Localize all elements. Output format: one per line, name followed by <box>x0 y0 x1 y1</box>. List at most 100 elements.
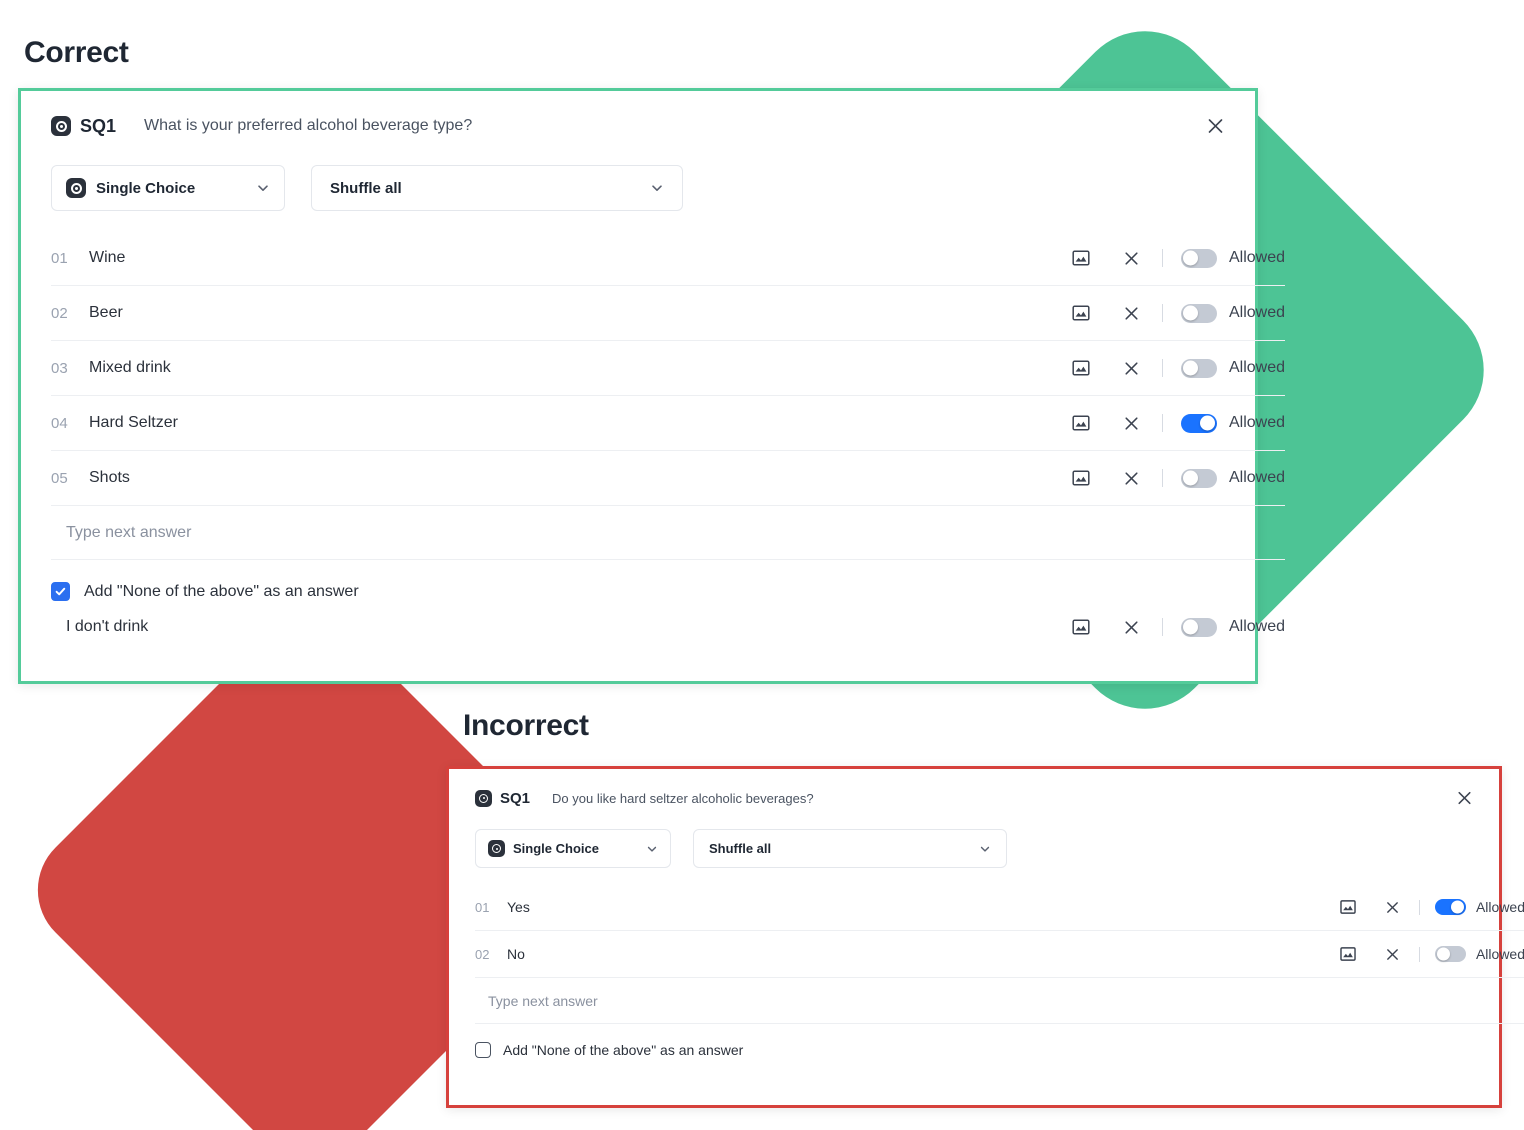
remove-answer-icon[interactable] <box>1385 947 1400 962</box>
allowed-toggle[interactable] <box>1180 248 1217 268</box>
answer-text[interactable]: I don't drink <box>66 618 148 636</box>
table-row[interactable]: 02 No Allowed <box>475 931 1524 978</box>
row-controls: Allowed <box>1339 945 1524 963</box>
answer-text[interactable]: Wine <box>89 249 125 267</box>
none-of-the-above-option: Add "None of the above" as an answer <box>51 582 1225 601</box>
allowed-toggle[interactable] <box>1180 617 1217 637</box>
table-row[interactable]: 05 Shots Allowed <box>51 451 1285 506</box>
shuffle-select[interactable]: Shuffle all <box>693 829 1007 868</box>
allowed-label: Allowed <box>1228 249 1285 266</box>
table-row[interactable]: 04 Hard Seltzer Allowed <box>51 396 1285 451</box>
question-text: What is your preferred alcohol beverage … <box>144 117 473 134</box>
allowed-toggle[interactable] <box>1180 468 1217 488</box>
type-next-answer-input[interactable]: Type next answer <box>475 978 1524 1024</box>
question-settings-row: Single Choice Shuffle all <box>51 165 1225 211</box>
table-row[interactable]: I don't drink Allowed <box>51 601 1285 653</box>
close-icon[interactable] <box>1206 117 1225 136</box>
question-type-value: Single Choice <box>96 179 196 197</box>
remove-answer-icon[interactable] <box>1123 415 1140 432</box>
correct-section-heading: Correct <box>24 36 129 69</box>
divider <box>1161 359 1163 377</box>
allowed-label: Allowed <box>1228 414 1285 431</box>
none-of-the-above-label: Add "None of the above" as an answer <box>84 582 359 600</box>
divider <box>1418 899 1420 915</box>
remove-answer-icon[interactable] <box>1123 619 1140 636</box>
answer-index: 04 <box>51 414 68 432</box>
row-controls: Allowed <box>1071 248 1285 268</box>
question-type-select[interactable]: Single Choice <box>475 829 671 868</box>
answer-text[interactable]: Yes <box>507 899 530 915</box>
answer-list: 01 Wine Allowed 02 Beer Allowed 03 Mixed… <box>51 231 1285 560</box>
image-icon[interactable] <box>1071 303 1091 323</box>
remove-answer-icon[interactable] <box>1123 305 1140 322</box>
answer-text[interactable]: No <box>507 946 525 962</box>
row-controls: Allowed <box>1071 617 1285 637</box>
answer-index: 02 <box>51 304 68 322</box>
answer-text[interactable]: Beer <box>89 304 123 322</box>
answer-list: 01 Yes Allowed 02 No Allowed Type next a… <box>475 884 1524 1024</box>
image-icon[interactable] <box>1339 898 1357 916</box>
correct-question-card: SQ1 What is your preferred alcohol bever… <box>18 88 1285 684</box>
divider <box>1161 618 1163 636</box>
single-choice-icon <box>66 178 86 198</box>
image-icon[interactable] <box>1339 945 1357 963</box>
chevron-down-icon <box>646 843 658 855</box>
divider <box>1161 304 1163 322</box>
allowed-toggle[interactable] <box>1180 358 1217 378</box>
chevron-down-icon <box>979 843 991 855</box>
shuffle-value: Shuffle all <box>709 841 772 856</box>
image-icon[interactable] <box>1071 248 1091 268</box>
none-of-the-above-answer-list: I don't drink Allowed <box>51 601 1285 653</box>
answer-index: 01 <box>475 899 490 915</box>
table-row[interactable]: 01 Yes Allowed <box>475 884 1524 931</box>
chevron-down-icon <box>256 181 270 195</box>
table-row[interactable]: 01 Wine Allowed <box>51 231 1285 286</box>
answer-text[interactable]: Shots <box>89 469 130 487</box>
shuffle-value: Shuffle all <box>330 179 402 197</box>
single-choice-icon <box>488 840 505 857</box>
question-text: Do you like hard seltzer alcoholic bever… <box>552 790 814 806</box>
none-of-the-above-checkbox[interactable] <box>475 1042 491 1058</box>
remove-answer-icon[interactable] <box>1123 360 1140 377</box>
allowed-label: Allowed <box>1228 618 1285 635</box>
divider <box>1161 249 1163 267</box>
question-id-label: SQ1 <box>500 789 531 807</box>
image-icon[interactable] <box>1071 358 1091 378</box>
question-header: SQ1 Do you like hard seltzer alcoholic b… <box>475 787 1473 809</box>
allowed-toggle[interactable] <box>1180 303 1217 323</box>
chevron-down-icon <box>650 181 664 195</box>
table-row[interactable]: 02 Beer Allowed <box>51 286 1285 341</box>
image-icon[interactable] <box>1071 617 1091 637</box>
row-controls: Allowed <box>1339 898 1524 916</box>
answer-text[interactable]: Mixed drink <box>89 359 171 377</box>
incorrect-question-card: SQ1 Do you like hard seltzer alcoholic b… <box>446 766 1524 1108</box>
table-row[interactable]: 03 Mixed drink Allowed <box>51 341 1285 396</box>
shuffle-select[interactable]: Shuffle all <box>311 165 683 211</box>
image-icon[interactable] <box>1071 413 1091 433</box>
answer-index: 03 <box>51 359 68 377</box>
divider <box>1418 946 1420 962</box>
answer-text[interactable]: Hard Seltzer <box>89 414 178 432</box>
none-of-the-above-option: Add "None of the above" as an answer <box>475 1042 1473 1058</box>
allowed-label: Allowed <box>1228 359 1285 376</box>
remove-answer-icon[interactable] <box>1385 900 1400 915</box>
allowed-toggle[interactable] <box>1180 413 1217 433</box>
row-controls: Allowed <box>1071 358 1285 378</box>
question-type-select[interactable]: Single Choice <box>51 165 285 211</box>
none-of-the-above-label: Add "None of the above" as an answer <box>503 1042 744 1058</box>
allowed-toggle[interactable] <box>1434 899 1466 915</box>
question-type-value: Single Choice <box>513 841 599 856</box>
type-next-answer-input[interactable]: Type next answer <box>51 506 1285 560</box>
remove-answer-icon[interactable] <box>1123 470 1140 487</box>
none-of-the-above-checkbox[interactable] <box>51 582 70 601</box>
row-controls: Allowed <box>1071 413 1285 433</box>
question-header: SQ1 What is your preferred alcohol bever… <box>51 113 1225 139</box>
allowed-label: Allowed <box>1228 469 1285 486</box>
allowed-toggle[interactable] <box>1434 946 1466 962</box>
allowed-label: Allowed <box>1475 899 1524 915</box>
close-icon[interactable] <box>1456 790 1473 807</box>
answer-index: 02 <box>475 946 490 962</box>
remove-answer-icon[interactable] <box>1123 250 1140 267</box>
question-id-label: SQ1 <box>80 115 117 136</box>
image-icon[interactable] <box>1071 468 1091 488</box>
